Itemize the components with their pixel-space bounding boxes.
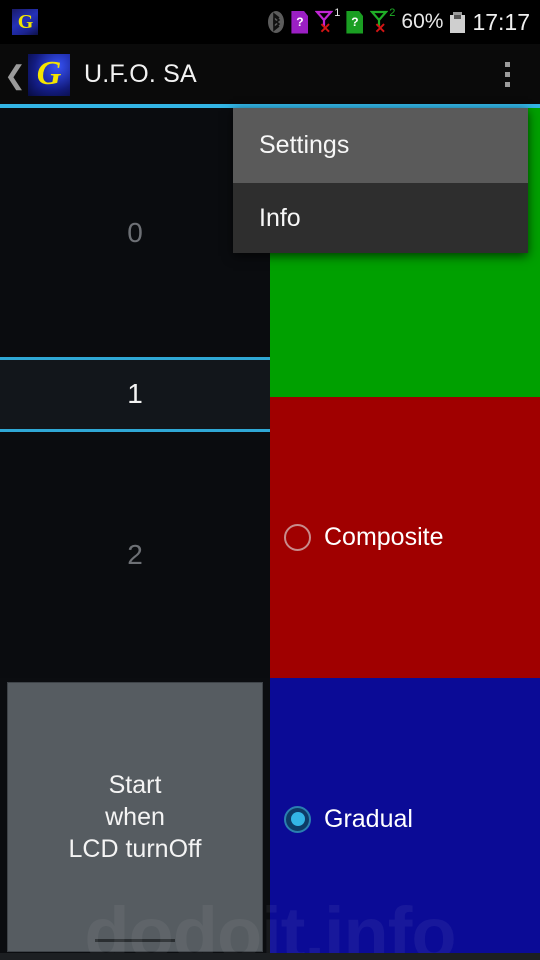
sim-card-2-label: ?: [351, 15, 359, 29]
mode-option-gradual[interactable]: Gradual: [270, 678, 540, 960]
overflow-dot: [504, 82, 510, 87]
menu-item-settings-label: Settings: [259, 131, 350, 159]
start-when-lcd-turnoff-button[interactable]: Start when LCD turnOff: [7, 682, 263, 952]
signal-bars-2-icon: 2 ✕: [370, 7, 396, 36]
sim-card-1-label: ?: [296, 15, 304, 29]
number-picker-value: 1: [127, 377, 143, 409]
battery-icon: [450, 11, 466, 33]
start-button-label: Start when LCD turnOff: [68, 771, 202, 863]
menu-item-info-label: Info: [259, 203, 301, 232]
signal-1-x-icon: ✕: [319, 20, 332, 36]
status-bar: G ? 1 ✕ ? 2 ✕ 60% 17:17: [0, 0, 540, 44]
number-picker-selected-value[interactable]: 1: [0, 357, 270, 432]
number-picker-value: 2: [127, 539, 143, 570]
page-title: U.F.O. SA: [84, 60, 197, 88]
app-logo-icon[interactable]: G: [28, 53, 70, 96]
overflow-dot: [504, 72, 510, 77]
menu-item-info[interactable]: Info: [233, 183, 528, 253]
status-bar-left: G: [12, 9, 38, 35]
phone-screen: G ? 1 ✕ ? 2 ✕ 60% 17:17 ❮ G U.F.O. SA 0 …: [0, 0, 540, 960]
action-bar: ❮ G U.F.O. SA: [0, 44, 540, 105]
mode-option-gradual-inner: Gradual: [284, 805, 413, 834]
mode-option-composite-inner: Composite: [284, 523, 444, 552]
signal-2-index: 2: [389, 7, 396, 19]
number-picker[interactable]: 0 1 2: [0, 108, 270, 678]
mode-label-composite: Composite: [324, 523, 444, 551]
bottom-edge-strip: [0, 953, 540, 960]
overflow-dot: [504, 62, 510, 67]
app-logo-glyph: G: [36, 54, 62, 92]
notification-app-badge-icon: G: [12, 9, 38, 35]
mode-option-composite[interactable]: Composite: [270, 397, 540, 678]
number-picker-value: 0: [127, 216, 143, 248]
radio-button-composite[interactable]: [284, 524, 311, 551]
signal-1-index: 1: [334, 7, 341, 19]
number-picker-option-previous[interactable]: 0: [0, 108, 270, 357]
start-button-underline: [95, 939, 175, 942]
menu-item-settings[interactable]: Settings: [233, 108, 528, 183]
battery-percent-label: 60%: [401, 10, 444, 33]
status-bar-right: ? 1 ✕ ? 2 ✕ 60% 17:17: [268, 7, 530, 36]
notification-app-badge-glyph: G: [17, 11, 34, 33]
status-bar-clock: 17:17: [472, 8, 530, 35]
bluetooth-icon: [268, 10, 285, 34]
signal-2-x-icon: ✕: [374, 20, 387, 36]
mode-label-gradual: Gradual: [324, 804, 413, 833]
signal-bars-1-icon: 1 ✕: [315, 7, 341, 36]
sim-card-2-icon: ?: [346, 10, 364, 34]
number-picker-option-next[interactable]: 2: [0, 432, 270, 678]
radio-button-gradual[interactable]: [284, 805, 311, 833]
overflow-menu-popup: Settings Info: [233, 108, 528, 253]
overflow-menu-icon[interactable]: [488, 48, 526, 102]
left-panel: 0 1 2 Start when LCD turnOff: [0, 108, 270, 960]
sim-card-1-icon: ?: [291, 10, 309, 34]
back-chevron-icon[interactable]: ❮: [4, 62, 26, 88]
